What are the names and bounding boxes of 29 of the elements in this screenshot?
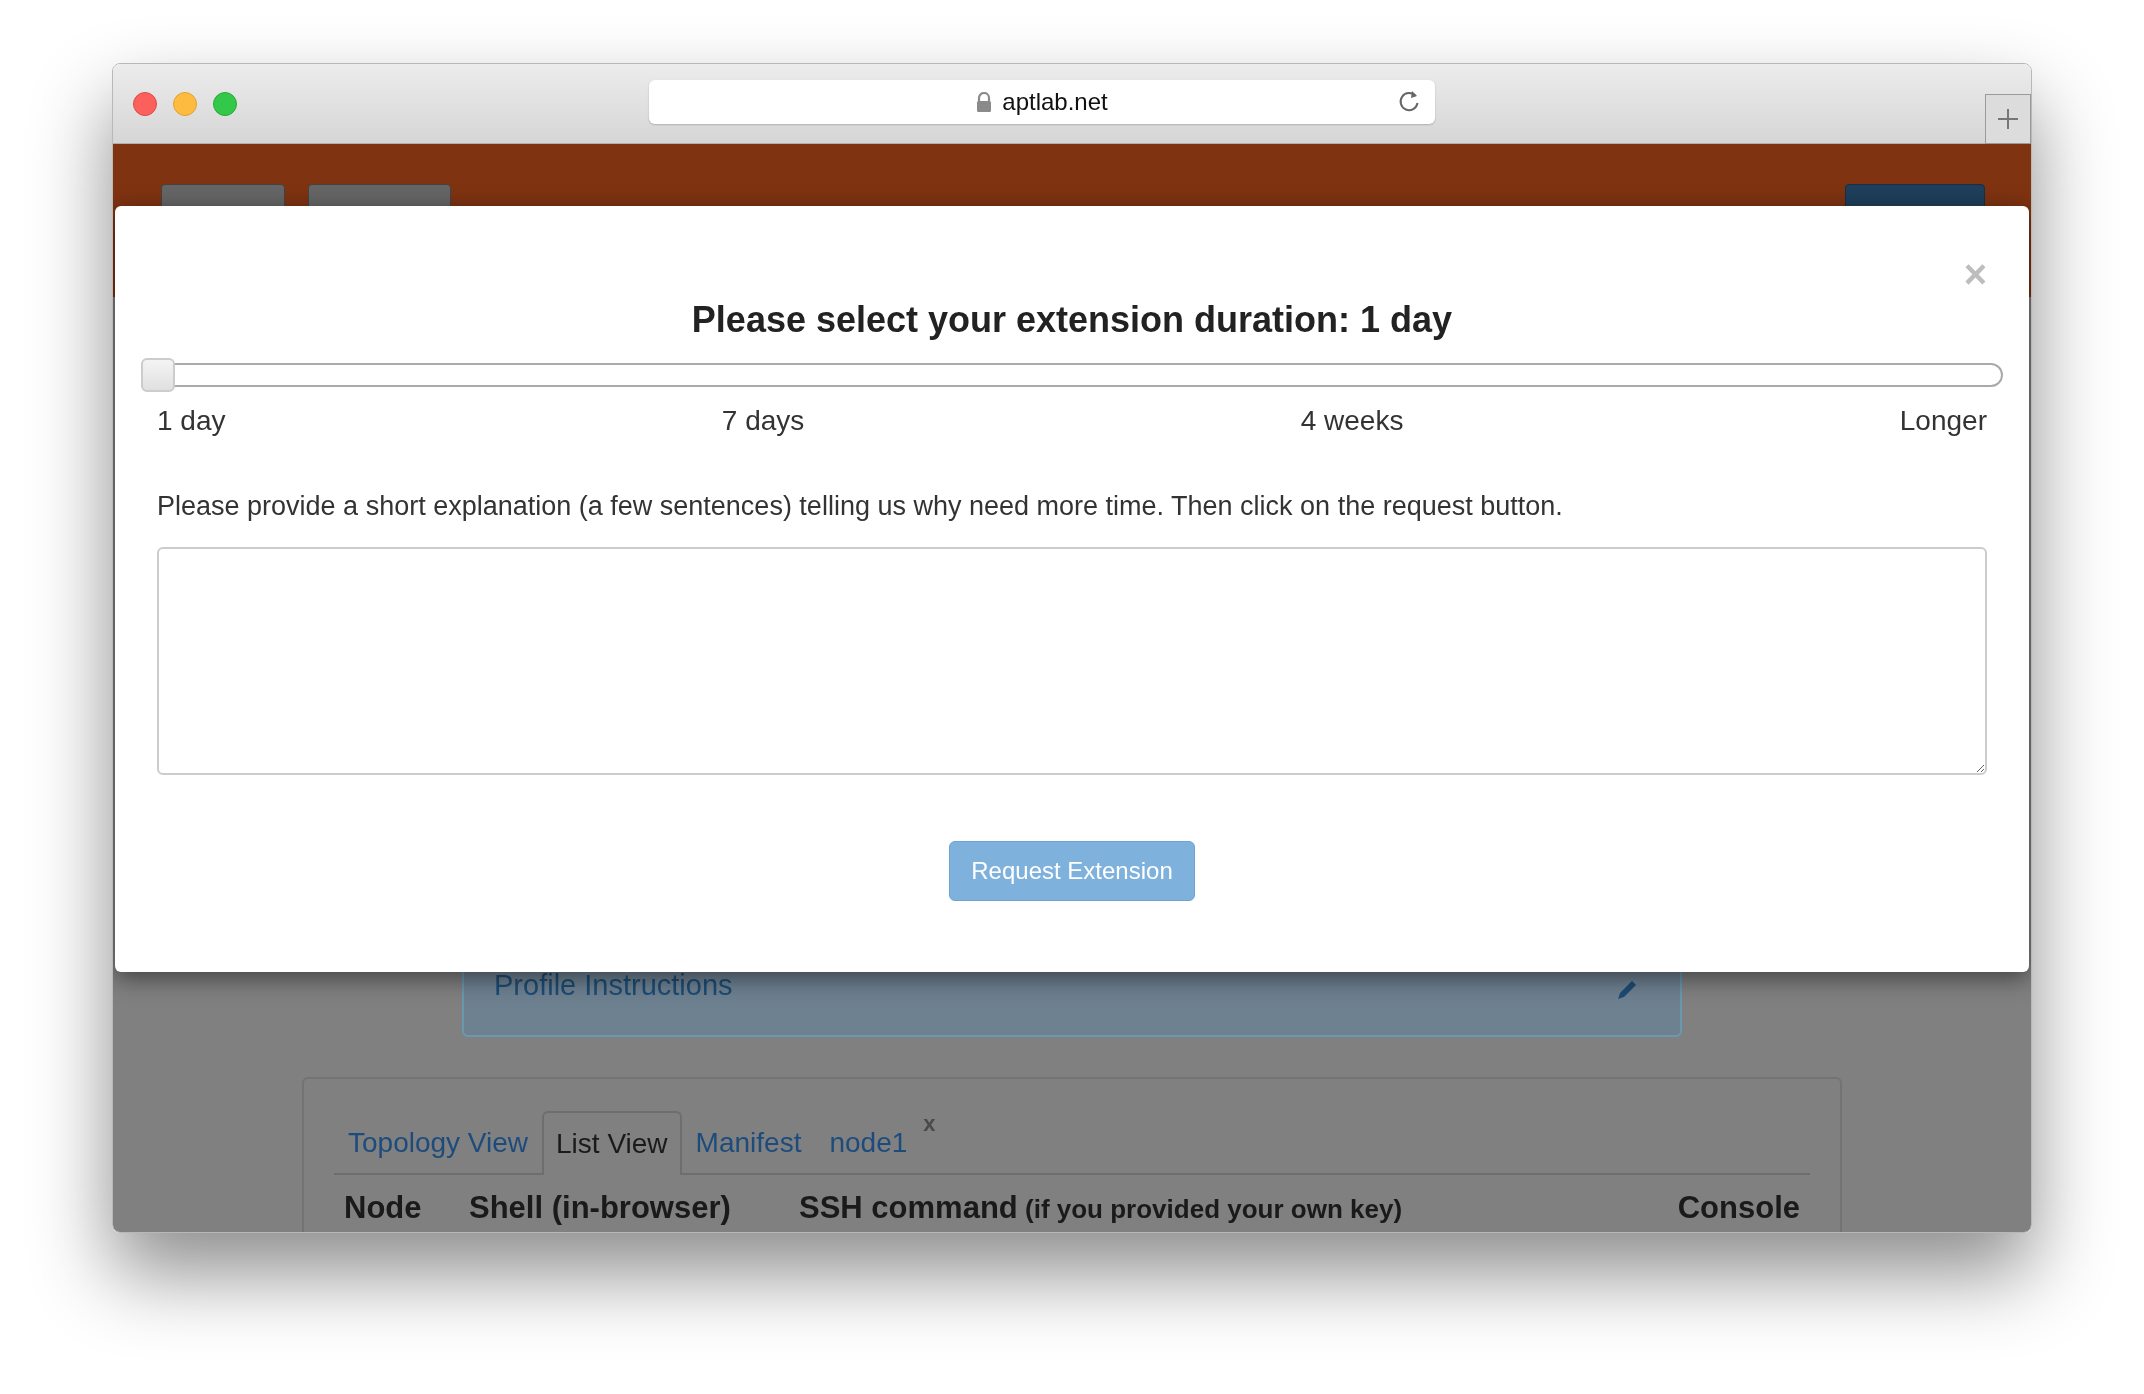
reload-icon[interactable] (1397, 88, 1421, 114)
column-header: Node (344, 1188, 423, 1227)
plus-icon (1996, 107, 2020, 131)
tab[interactable]: List View (542, 1111, 682, 1175)
column-header: SSH command (if you provided your own key) (799, 1188, 1404, 1227)
slider-tick-label: 7 days (721, 404, 805, 438)
url-text: aptlab.net (1002, 87, 1108, 117)
slider-track[interactable] (141, 358, 2003, 392)
address-bar[interactable]: aptlab.net (649, 80, 1435, 124)
maximize-window-icon[interactable] (213, 91, 237, 116)
close-window-icon[interactable] (133, 91, 157, 116)
minimize-window-icon[interactable] (173, 91, 197, 116)
instructions-text: Please provide a short explanation (a few sentences) telling us why need more time. Then click on the request button. (157, 490, 1564, 523)
dialog-title: Please select your extension duration: 1 day (690, 302, 1454, 338)
tab[interactable]: Topology View (334, 1111, 543, 1175)
request-extension-button[interactable]: Request Extension (949, 840, 1195, 901)
slider-tick-label: 1 day (157, 404, 226, 438)
column-header: Console (1677, 1188, 1800, 1227)
new-tab-button[interactable] (1985, 94, 2031, 144)
lock-icon (976, 92, 993, 112)
close-icon[interactable]: × (1963, 254, 1987, 294)
column-header: Shell (in-browser) (469, 1188, 732, 1227)
panel-title[interactable]: Profile Instructions (494, 971, 733, 1000)
tab[interactable]: node1 (815, 1111, 922, 1175)
explanation-field[interactable] (157, 546, 1987, 775)
slider-thumb[interactable] (141, 358, 175, 392)
tab[interactable]: Manifest (681, 1111, 816, 1175)
slider-tick-label: 4 weeks (1300, 404, 1404, 438)
slider-tick-label: Longer (1899, 404, 1987, 438)
